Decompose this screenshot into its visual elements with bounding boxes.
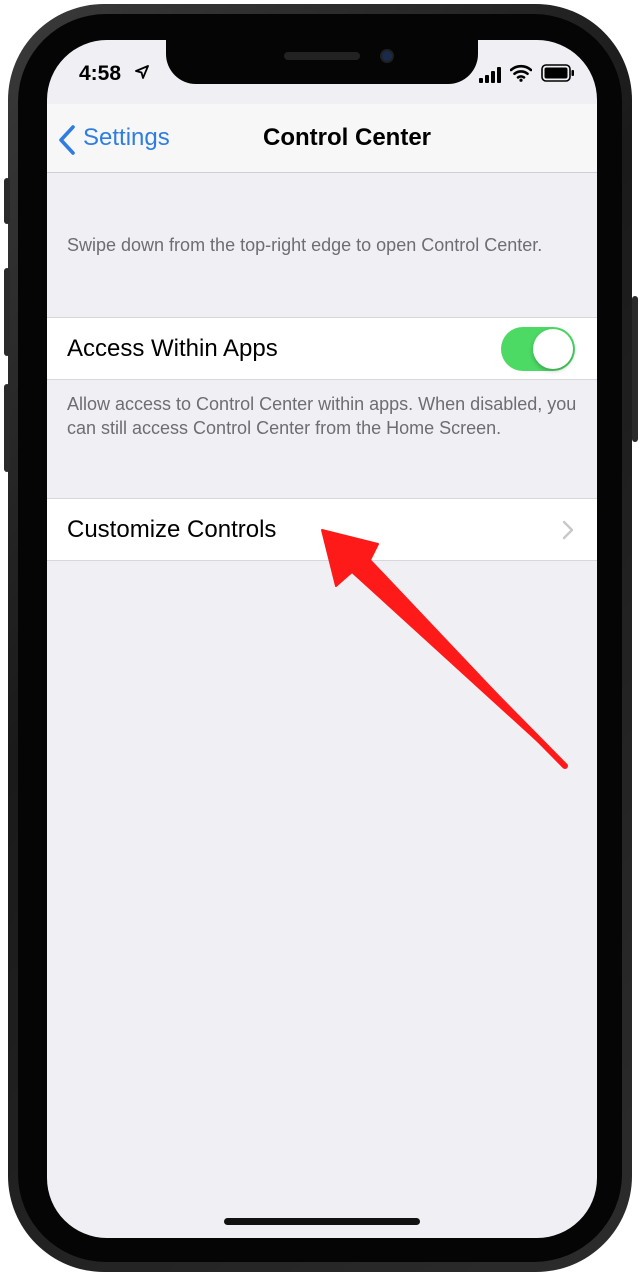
chevron-right-icon xyxy=(562,520,574,540)
screen: 4:58 Settings Control Center Swipe down … xyxy=(47,40,597,1238)
access-within-apps-label: Access Within Apps xyxy=(67,335,278,362)
volume-down-button xyxy=(4,384,10,472)
silent-switch xyxy=(4,178,10,224)
status-time: 4:58 xyxy=(79,62,122,85)
wifi-icon xyxy=(510,64,532,82)
location-arrow-icon xyxy=(135,65,149,79)
toggle-knob xyxy=(533,329,573,369)
home-indicator[interactable] xyxy=(224,1218,420,1225)
cellular-signal-icon xyxy=(479,67,501,83)
access-within-apps-row: Access Within Apps xyxy=(47,317,597,380)
customize-controls-row[interactable]: Customize Controls xyxy=(47,498,597,561)
page-title: Control Center xyxy=(263,124,431,151)
access-within-apps-toggle[interactable] xyxy=(501,327,575,371)
front-camera xyxy=(380,49,394,63)
customize-controls-label: Customize Controls xyxy=(67,516,277,543)
access-within-apps-footer: Allow access to Control Center within ap… xyxy=(67,394,577,438)
navigation-bar: Settings Control Center xyxy=(47,104,597,173)
intro-description: Swipe down from the top-right edge to op… xyxy=(67,235,543,255)
power-button xyxy=(632,296,638,442)
volume-up-button xyxy=(4,268,10,356)
notch xyxy=(166,40,478,84)
battery-icon xyxy=(541,64,574,82)
